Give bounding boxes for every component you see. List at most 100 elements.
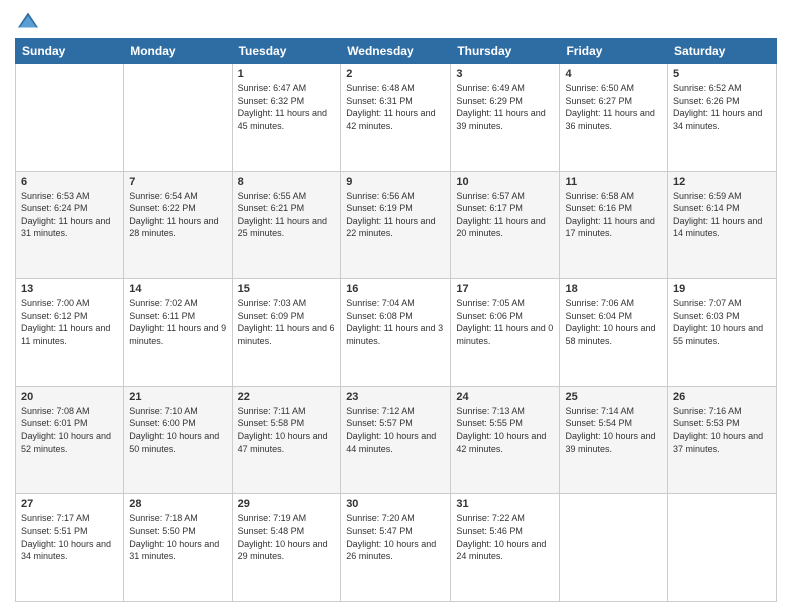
day-info: Sunrise: 7:04 AMSunset: 6:08 PMDaylight:… — [346, 298, 443, 346]
day-info: Sunrise: 6:58 AMSunset: 6:16 PMDaylight:… — [565, 191, 654, 239]
day-number: 14 — [129, 283, 226, 295]
day-number: 3 — [456, 68, 554, 80]
day-number: 19 — [673, 283, 771, 295]
day-number: 26 — [673, 391, 771, 403]
day-info: Sunrise: 7:22 AMSunset: 5:46 PMDaylight:… — [456, 513, 546, 561]
day-number: 12 — [673, 176, 771, 188]
calendar-table: SundayMondayTuesdayWednesdayThursdayFrid… — [15, 38, 777, 602]
day-number: 16 — [346, 283, 445, 295]
day-number: 1 — [238, 68, 336, 80]
day-number: 10 — [456, 176, 554, 188]
day-info: Sunrise: 6:47 AMSunset: 6:32 PMDaylight:… — [238, 83, 327, 131]
day-info: Sunrise: 7:08 AMSunset: 6:01 PMDaylight:… — [21, 406, 111, 454]
day-info: Sunrise: 7:19 AMSunset: 5:48 PMDaylight:… — [238, 513, 328, 561]
calendar-cell: 11 Sunrise: 6:58 AMSunset: 6:16 PMDaylig… — [560, 171, 668, 279]
day-info: Sunrise: 7:00 AMSunset: 6:12 PMDaylight:… — [21, 298, 110, 346]
day-number: 11 — [565, 176, 662, 188]
calendar-cell: 28 Sunrise: 7:18 AMSunset: 5:50 PMDaylig… — [124, 494, 232, 602]
weekday-header-thursday: Thursday — [451, 39, 560, 64]
weekday-header-tuesday: Tuesday — [232, 39, 341, 64]
calendar-cell: 7 Sunrise: 6:54 AMSunset: 6:22 PMDayligh… — [124, 171, 232, 279]
weekday-header-saturday: Saturday — [668, 39, 777, 64]
calendar-cell: 4 Sunrise: 6:50 AMSunset: 6:27 PMDayligh… — [560, 64, 668, 172]
day-info: Sunrise: 6:56 AMSunset: 6:19 PMDaylight:… — [346, 191, 435, 239]
day-number: 5 — [673, 68, 771, 80]
day-info: Sunrise: 7:18 AMSunset: 5:50 PMDaylight:… — [129, 513, 219, 561]
calendar-cell — [124, 64, 232, 172]
calendar-cell: 3 Sunrise: 6:49 AMSunset: 6:29 PMDayligh… — [451, 64, 560, 172]
calendar-cell: 25 Sunrise: 7:14 AMSunset: 5:54 PMDaylig… — [560, 386, 668, 494]
calendar-cell: 2 Sunrise: 6:48 AMSunset: 6:31 PMDayligh… — [341, 64, 451, 172]
page: SundayMondayTuesdayWednesdayThursdayFrid… — [0, 0, 792, 612]
calendar-cell: 31 Sunrise: 7:22 AMSunset: 5:46 PMDaylig… — [451, 494, 560, 602]
calendar-cell: 14 Sunrise: 7:02 AMSunset: 6:11 PMDaylig… — [124, 279, 232, 387]
weekday-header-friday: Friday — [560, 39, 668, 64]
calendar-cell: 22 Sunrise: 7:11 AMSunset: 5:58 PMDaylig… — [232, 386, 341, 494]
weekday-header-wednesday: Wednesday — [341, 39, 451, 64]
calendar-cell: 24 Sunrise: 7:13 AMSunset: 5:55 PMDaylig… — [451, 386, 560, 494]
calendar-cell: 20 Sunrise: 7:08 AMSunset: 6:01 PMDaylig… — [16, 386, 124, 494]
day-number: 29 — [238, 498, 336, 510]
day-info: Sunrise: 7:13 AMSunset: 5:55 PMDaylight:… — [456, 406, 546, 454]
calendar-cell: 27 Sunrise: 7:17 AMSunset: 5:51 PMDaylig… — [16, 494, 124, 602]
calendar-cell: 9 Sunrise: 6:56 AMSunset: 6:19 PMDayligh… — [341, 171, 451, 279]
calendar-cell: 6 Sunrise: 6:53 AMSunset: 6:24 PMDayligh… — [16, 171, 124, 279]
weekday-header-monday: Monday — [124, 39, 232, 64]
calendar-cell: 8 Sunrise: 6:55 AMSunset: 6:21 PMDayligh… — [232, 171, 341, 279]
logo — [15, 10, 41, 30]
day-number: 9 — [346, 176, 445, 188]
calendar-cell — [560, 494, 668, 602]
week-row-4: 20 Sunrise: 7:08 AMSunset: 6:01 PMDaylig… — [16, 386, 777, 494]
week-row-2: 6 Sunrise: 6:53 AMSunset: 6:24 PMDayligh… — [16, 171, 777, 279]
logo-icon — [18, 10, 38, 30]
calendar-cell: 26 Sunrise: 7:16 AMSunset: 5:53 PMDaylig… — [668, 386, 777, 494]
day-number: 30 — [346, 498, 445, 510]
day-info: Sunrise: 6:53 AMSunset: 6:24 PMDaylight:… — [21, 191, 110, 239]
day-info: Sunrise: 7:03 AMSunset: 6:09 PMDaylight:… — [238, 298, 335, 346]
weekday-header-sunday: Sunday — [16, 39, 124, 64]
day-number: 21 — [129, 391, 226, 403]
day-info: Sunrise: 7:02 AMSunset: 6:11 PMDaylight:… — [129, 298, 226, 346]
day-number: 23 — [346, 391, 445, 403]
day-number: 22 — [238, 391, 336, 403]
day-number: 2 — [346, 68, 445, 80]
header — [15, 10, 777, 30]
day-number: 25 — [565, 391, 662, 403]
day-number: 17 — [456, 283, 554, 295]
day-info: Sunrise: 7:12 AMSunset: 5:57 PMDaylight:… — [346, 406, 436, 454]
day-info: Sunrise: 7:16 AMSunset: 5:53 PMDaylight:… — [673, 406, 763, 454]
day-info: Sunrise: 7:17 AMSunset: 5:51 PMDaylight:… — [21, 513, 111, 561]
day-info: Sunrise: 6:50 AMSunset: 6:27 PMDaylight:… — [565, 83, 654, 131]
day-info: Sunrise: 6:57 AMSunset: 6:17 PMDaylight:… — [456, 191, 545, 239]
day-info: Sunrise: 7:06 AMSunset: 6:04 PMDaylight:… — [565, 298, 655, 346]
week-row-5: 27 Sunrise: 7:17 AMSunset: 5:51 PMDaylig… — [16, 494, 777, 602]
calendar-cell: 15 Sunrise: 7:03 AMSunset: 6:09 PMDaylig… — [232, 279, 341, 387]
day-info: Sunrise: 6:49 AMSunset: 6:29 PMDaylight:… — [456, 83, 545, 131]
day-number: 13 — [21, 283, 118, 295]
day-info: Sunrise: 7:07 AMSunset: 6:03 PMDaylight:… — [673, 298, 763, 346]
calendar-cell: 12 Sunrise: 6:59 AMSunset: 6:14 PMDaylig… — [668, 171, 777, 279]
day-info: Sunrise: 7:14 AMSunset: 5:54 PMDaylight:… — [565, 406, 655, 454]
day-number: 20 — [21, 391, 118, 403]
day-info: Sunrise: 6:48 AMSunset: 6:31 PMDaylight:… — [346, 83, 435, 131]
calendar-cell: 29 Sunrise: 7:19 AMSunset: 5:48 PMDaylig… — [232, 494, 341, 602]
calendar-cell: 19 Sunrise: 7:07 AMSunset: 6:03 PMDaylig… — [668, 279, 777, 387]
day-number: 18 — [565, 283, 662, 295]
calendar-cell — [16, 64, 124, 172]
day-number: 7 — [129, 176, 226, 188]
day-number: 31 — [456, 498, 554, 510]
day-info: Sunrise: 7:11 AMSunset: 5:58 PMDaylight:… — [238, 406, 328, 454]
day-number: 6 — [21, 176, 118, 188]
calendar-cell: 5 Sunrise: 6:52 AMSunset: 6:26 PMDayligh… — [668, 64, 777, 172]
day-info: Sunrise: 7:10 AMSunset: 6:00 PMDaylight:… — [129, 406, 219, 454]
calendar-cell: 21 Sunrise: 7:10 AMSunset: 6:00 PMDaylig… — [124, 386, 232, 494]
day-number: 28 — [129, 498, 226, 510]
weekday-header-row: SundayMondayTuesdayWednesdayThursdayFrid… — [16, 39, 777, 64]
week-row-3: 13 Sunrise: 7:00 AMSunset: 6:12 PMDaylig… — [16, 279, 777, 387]
calendar-cell: 10 Sunrise: 6:57 AMSunset: 6:17 PMDaylig… — [451, 171, 560, 279]
calendar-cell: 13 Sunrise: 7:00 AMSunset: 6:12 PMDaylig… — [16, 279, 124, 387]
day-info: Sunrise: 7:05 AMSunset: 6:06 PMDaylight:… — [456, 298, 553, 346]
calendar-cell: 30 Sunrise: 7:20 AMSunset: 5:47 PMDaylig… — [341, 494, 451, 602]
day-info: Sunrise: 6:52 AMSunset: 6:26 PMDaylight:… — [673, 83, 762, 131]
day-number: 27 — [21, 498, 118, 510]
